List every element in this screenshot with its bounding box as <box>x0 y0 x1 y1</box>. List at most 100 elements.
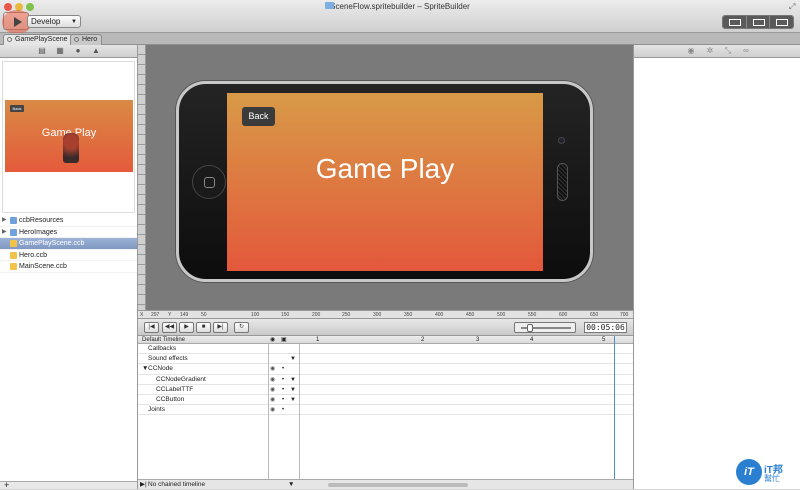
grid-icon[interactable]: ▦ <box>56 47 64 55</box>
chevron-down-icon[interactable]: ▼ <box>290 375 296 385</box>
horizontal-ruler: X 297 Y 149 50 100 150 200 250 300 350 4… <box>138 310 633 319</box>
list-item[interactable]: GamePlayScene.ccb <box>0 238 137 250</box>
timeline-sequence: Callbacks Sound effects ▼ ▼ CCNode ◉ • CCNod… <box>138 344 633 479</box>
lock-dot-icon[interactable]: • <box>282 375 284 385</box>
chevron-down-icon[interactable]: ▼ <box>288 480 294 489</box>
ruler-tick: 100 <box>251 312 260 318</box>
play-icon <box>14 17 22 27</box>
link-icon[interactable]: ∞ <box>742 47 750 55</box>
window-title: SceneFlow.spritebuilder – SpriteBuilder <box>330 2 470 11</box>
list-item[interactable]: ▶ ccbResources <box>0 215 137 227</box>
loop-icon[interactable]: ↻ <box>234 322 249 333</box>
chain-icon[interactable]: ▶| <box>140 480 147 489</box>
timeline-row[interactable]: Sound effects ▼ <box>138 354 633 365</box>
eye-icon[interactable]: ◉ <box>687 47 695 55</box>
watermark-subtext: 幫忙 <box>764 474 780 483</box>
tab-hero[interactable]: Hero <box>70 34 103 45</box>
list-item[interactable]: MainScene.ccb <box>0 261 137 273</box>
list-item[interactable]: ▶ HeroImages <box>0 227 137 238</box>
eye-icon[interactable]: ◉ <box>270 395 275 405</box>
ccb-file-icon <box>10 251 17 259</box>
timeline-zoom-slider[interactable] <box>514 322 576 333</box>
eye-icon[interactable]: ◉ <box>270 375 275 385</box>
tab-label: Hero <box>82 36 98 43</box>
lock-dot-icon[interactable]: • <box>282 385 284 395</box>
lock-dot-icon[interactable]: • <box>282 364 284 374</box>
scale-label: 5 <box>602 337 606 343</box>
mode-select[interactable]: Develop ▼ <box>27 15 81 28</box>
timeline-row[interactable]: CCLabelTTF ◉ • ▼ <box>138 385 633 395</box>
tab-gameplayscene[interactable]: GamePlayScene <box>3 34 73 45</box>
warning-icon[interactable]: ▲ <box>92 47 100 55</box>
eye-icon[interactable]: ◉ <box>270 385 275 395</box>
toggle-right-panel[interactable] <box>770 16 793 28</box>
scene-screen[interactable]: Back Game Play <box>227 93 543 271</box>
x-label: X <box>140 312 144 318</box>
lock-dot-icon[interactable]: • <box>282 405 284 415</box>
joint-icon[interactable]: ⤡ <box>724 47 732 55</box>
list-item[interactable]: Hero.ccb <box>0 250 137 261</box>
timeline-row[interactable]: ▼ CCNode ◉ • <box>138 364 633 375</box>
skip-to-start-icon[interactable]: |◀ <box>144 322 159 333</box>
fullscreen-icon[interactable]: ⤢ <box>789 2 795 12</box>
gear-icon[interactable]: ✲ <box>706 47 714 55</box>
globe-icon[interactable]: ● <box>74 47 82 55</box>
step-back-icon[interactable]: ◀◀ <box>162 322 177 333</box>
row-label: Sound effects <box>148 355 188 363</box>
play-button[interactable] <box>2 10 32 34</box>
panel-right-icon <box>776 19 789 26</box>
timeline-row[interactable]: CCNodeGradient ◉ • ▼ <box>138 375 633 385</box>
ruler-tick: 200 <box>312 312 321 318</box>
ruler-tick: 300 <box>373 312 382 318</box>
column-divider <box>268 344 269 479</box>
ruler-tick: 700 <box>620 312 629 318</box>
row-label: Joints <box>148 406 165 414</box>
lock-icon[interactable]: ▣ <box>281 336 287 344</box>
inspector-toolbar: ◉ ✲ ⤡ ∞ <box>634 45 800 58</box>
horizontal-scrollbar[interactable] <box>328 483 468 487</box>
ruler-tick: 150 <box>281 312 290 318</box>
step-forward-icon[interactable]: ▶| <box>213 322 228 333</box>
eye-icon[interactable]: ◉ <box>270 405 275 415</box>
stop-icon[interactable]: ■ <box>196 322 211 333</box>
folder-icon <box>10 217 17 224</box>
timeline-row[interactable]: Callbacks <box>138 344 633 355</box>
disclosure-icon[interactable]: ▶ <box>2 227 7 238</box>
file-name: GamePlayScene.ccb <box>19 240 85 247</box>
home-square-icon <box>204 177 215 188</box>
play-timeline-icon[interactable]: ▶ <box>179 322 194 333</box>
chained-timeline-select[interactable]: No chained timeline <box>148 480 205 489</box>
timeline-row[interactable]: Joints ◉ • <box>138 405 633 416</box>
y-label: Y <box>168 312 172 318</box>
scale-label: 1 <box>316 337 320 343</box>
game-title-label[interactable]: Game Play <box>227 153 543 185</box>
timeline-row[interactable]: CCButton ◉ • ▼ <box>138 395 633 406</box>
scale-label: 4 <box>530 337 534 343</box>
toggle-bottom-panel[interactable] <box>746 16 771 28</box>
scene-preview: Back Game Play <box>2 61 135 213</box>
timeline-name[interactable]: Default Timeline <box>142 336 185 344</box>
back-button[interactable]: Back <box>242 107 275 126</box>
eye-icon[interactable]: ◉ <box>270 336 275 344</box>
timeline-controls: |◀ ◀◀ ▶ ■ ▶| ↻ 00:05:06 <box>138 319 633 336</box>
chevron-down-icon[interactable]: ▼ <box>290 395 296 405</box>
ccb-file-icon <box>10 240 17 247</box>
ruler-tick: 600 <box>559 312 568 318</box>
column-divider <box>299 344 300 479</box>
file-name: Hero.ccb <box>19 251 48 259</box>
close-tab-icon[interactable] <box>74 37 79 42</box>
timeline-time-display[interactable]: 00:05:06 <box>584 322 627 333</box>
lock-dot-icon[interactable]: • <box>282 395 284 405</box>
eye-icon[interactable]: ◉ <box>270 364 275 374</box>
watermark-badge: iT <box>736 459 762 485</box>
timeline-playhead[interactable] <box>614 336 615 479</box>
disclosure-icon[interactable]: ▶ <box>2 215 7 226</box>
slider-knob[interactable] <box>527 324 533 332</box>
project-panel: ▤ ▦ ● ▲ Back Game Play ▶ ccbResources ▶ He… <box>0 45 138 490</box>
chevron-down-icon[interactable]: ▼ <box>290 385 296 395</box>
close-tab-icon[interactable] <box>7 37 12 42</box>
folder-icon[interactable]: ▤ <box>38 47 46 55</box>
vertical-ruler <box>138 45 146 310</box>
chevron-down-icon[interactable]: ▼ <box>290 354 296 364</box>
toggle-left-panel[interactable] <box>723 16 747 28</box>
